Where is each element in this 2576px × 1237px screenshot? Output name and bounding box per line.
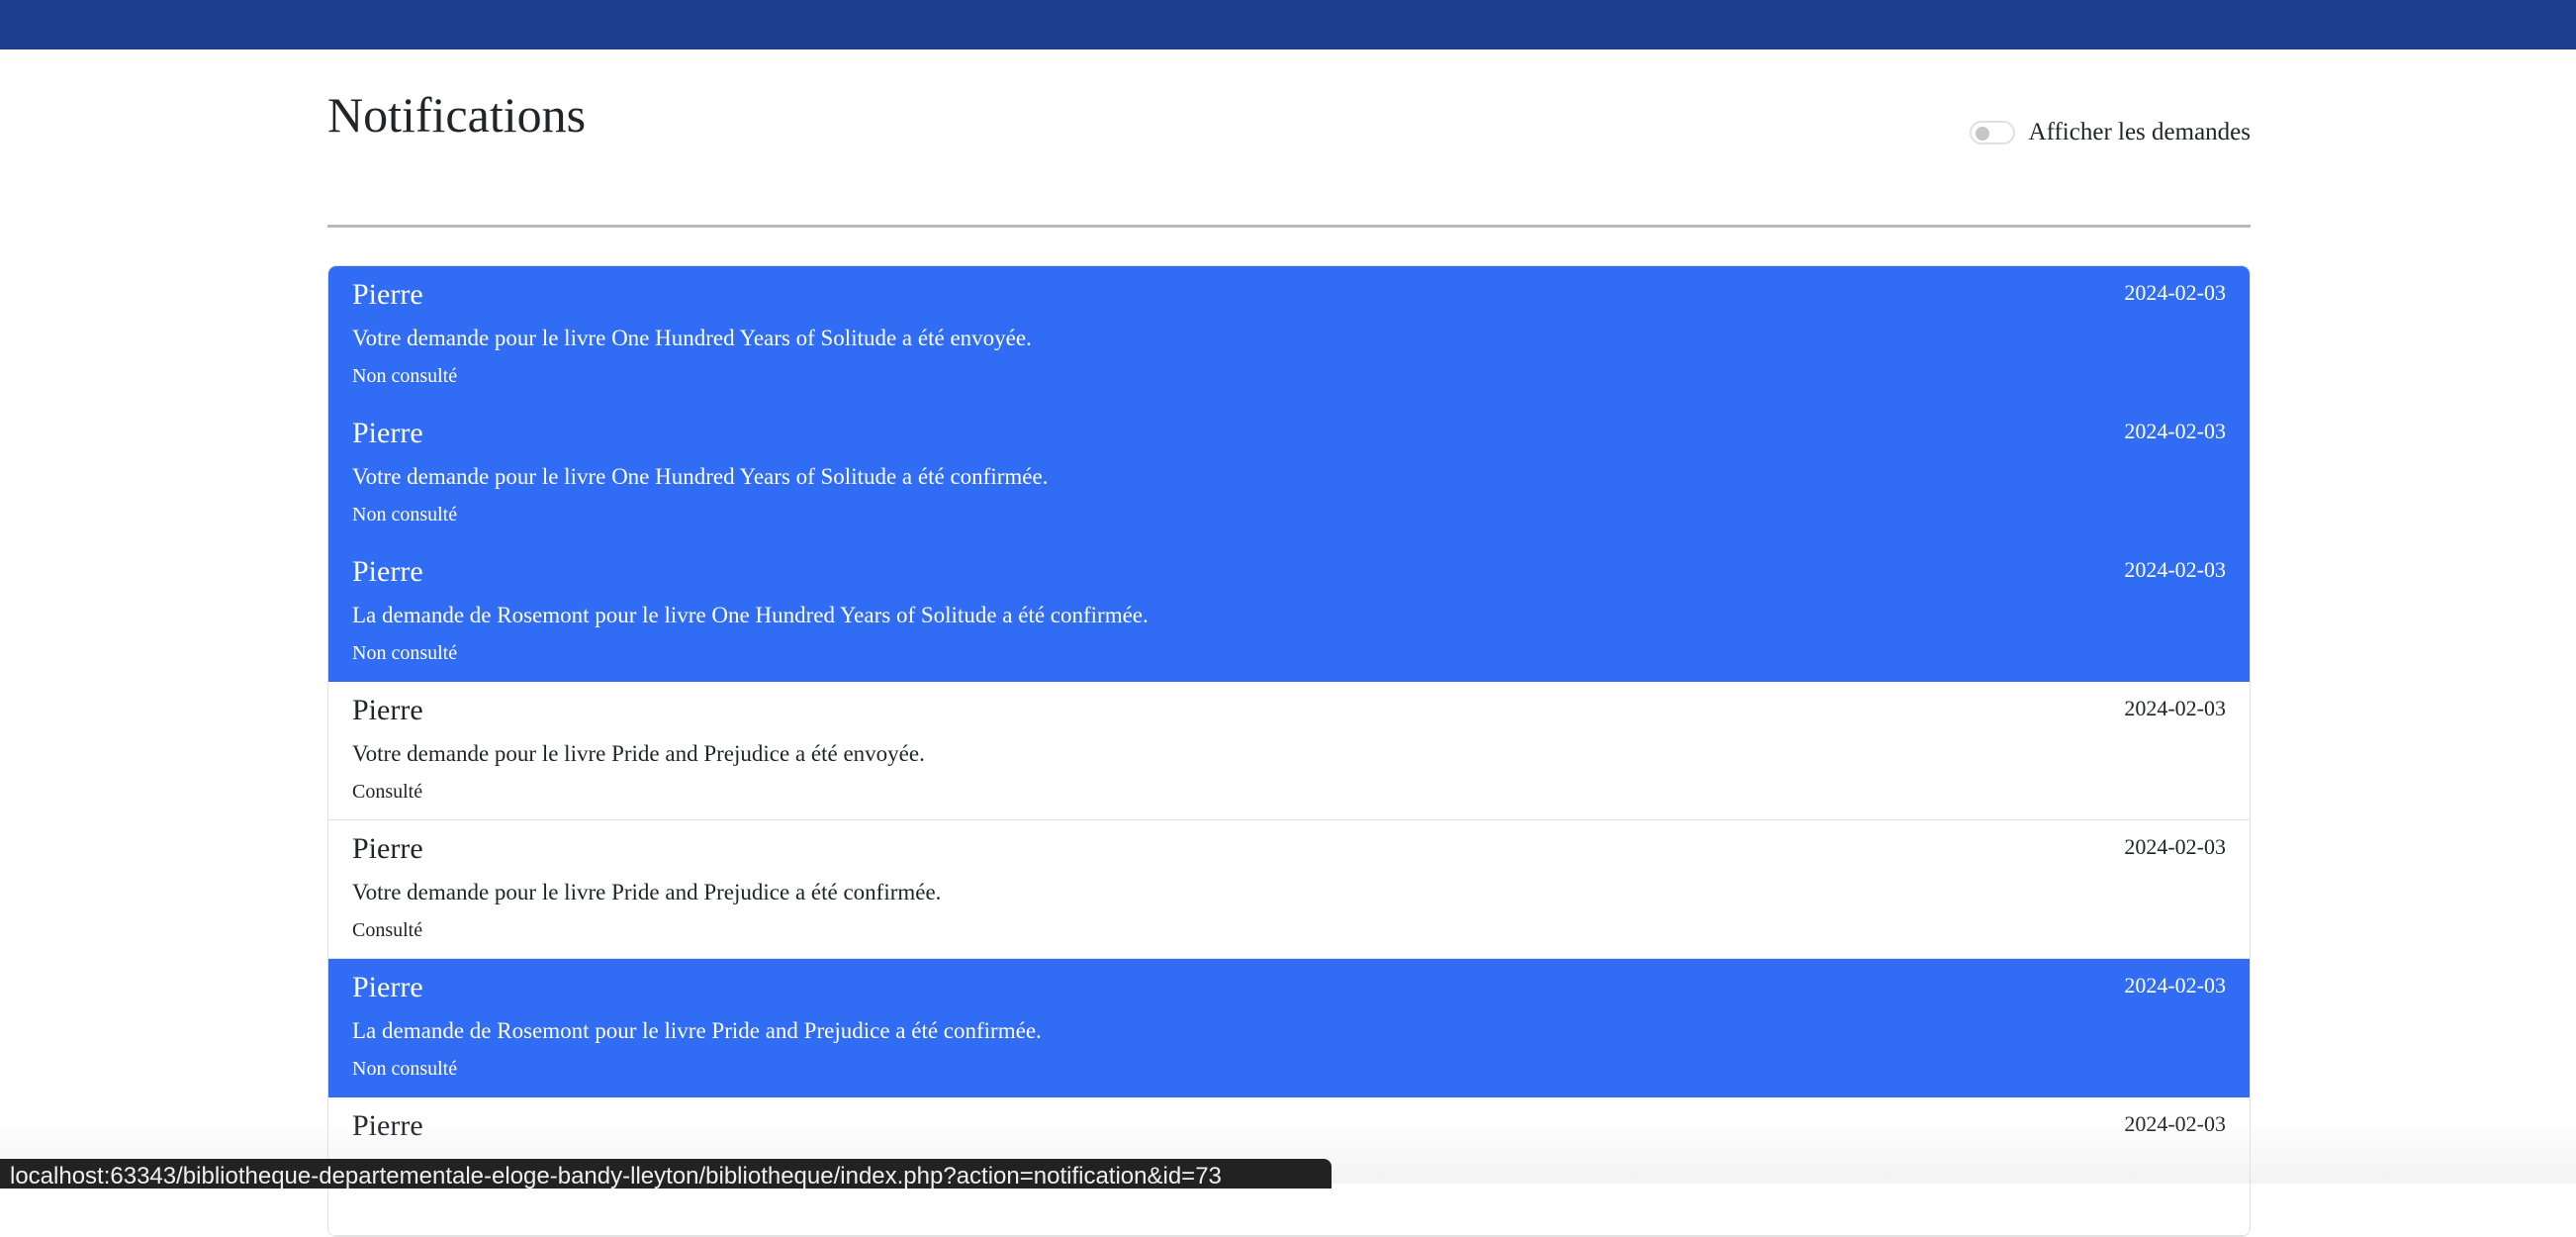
notification-date: 2024-02-03 — [2124, 557, 2226, 582]
header-divider — [327, 225, 2251, 228]
notification-sender: Pierre — [352, 417, 423, 449]
notification-sender: Pierre — [352, 1109, 423, 1142]
notification-item-3[interactable]: Pierre 2024-02-03 La demande de Rosemont… — [328, 543, 2250, 682]
notification-status: Consulté — [352, 781, 423, 803]
notification-status: Non consulté — [352, 642, 458, 664]
notification-date: 2024-02-03 — [2124, 834, 2226, 859]
page-title: Notifications — [327, 87, 587, 143]
notification-date: 2024-02-03 — [2124, 419, 2226, 443]
page-header: Notifications Afficher les demandes — [327, 49, 2251, 228]
toggle-switch[interactable] — [1969, 121, 2015, 144]
toggle-knob-icon — [1975, 127, 1989, 141]
notification-status: Non consulté — [352, 504, 458, 525]
notification-date: 2024-02-03 — [2124, 280, 2226, 305]
browser-status-url: localhost:63343/bibliotheque-departement… — [0, 1159, 1332, 1189]
notification-item-6[interactable]: Pierre 2024-02-03 La demande de Rosemont… — [328, 959, 2250, 1097]
notification-date: 2024-02-03 — [2124, 696, 2226, 720]
notification-message: La demande de Rosemont pour le livre One… — [352, 603, 1149, 627]
notification-item-5[interactable]: Pierre 2024-02-03 Votre demande pour le … — [328, 820, 2250, 959]
notification-sender: Pierre — [352, 971, 423, 1003]
toggle-label: Afficher les demandes — [2028, 119, 2251, 145]
notification-message: Votre demande pour le livre Pride and Pr… — [352, 880, 942, 904]
notification-sender: Pierre — [352, 694, 423, 726]
notification-status: Non consulté — [352, 1058, 458, 1080]
notification-item-1[interactable]: Pierre 2024-02-03 Votre demande pour le … — [328, 266, 2250, 405]
notification-item-4[interactable]: Pierre 2024-02-03 Votre demande pour le … — [328, 682, 2250, 820]
notification-message: Votre demande pour le livre Pride and Pr… — [352, 741, 925, 766]
notification-message: Votre demande pour le livre One Hundred … — [352, 464, 1049, 489]
notification-message: Votre demande pour le livre One Hundred … — [352, 326, 1032, 350]
notification-message: La demande de Rosemont pour le livre Pri… — [352, 1018, 1042, 1043]
main-content: Notifications Afficher les demandes Pier… — [327, 49, 2251, 1237]
top-navbar — [0, 0, 2576, 49]
notification-sender: Pierre — [352, 832, 423, 865]
show-requests-toggle[interactable]: Afficher les demandes — [1969, 119, 2251, 146]
notification-date: 2024-02-03 — [2124, 973, 2226, 998]
notification-sender: Pierre — [352, 278, 423, 311]
notification-status: Consulté — [352, 919, 423, 941]
notification-list: Pierre 2024-02-03 Votre demande pour le … — [327, 265, 2251, 1237]
notification-date: 2024-02-03 — [2124, 1111, 2226, 1136]
notification-status: Non consulté — [352, 365, 458, 387]
notification-sender: Pierre — [352, 555, 423, 588]
notification-item-2[interactable]: Pierre 2024-02-03 Votre demande pour le … — [328, 405, 2250, 543]
